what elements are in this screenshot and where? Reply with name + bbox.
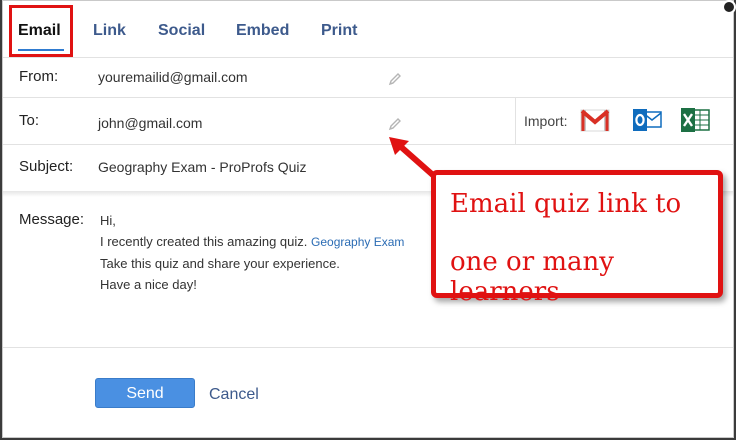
import-divider [515,98,516,144]
message-line: Hi, [100,213,116,228]
from-label: From: [19,68,59,85]
to-row: To: john@gmail.com Import: [3,97,733,145]
active-tab-underline [18,49,64,51]
from-row: From: youremailid@gmail.com [3,57,733,97]
message-label: Message: [19,211,85,228]
send-button[interactable]: Send [95,378,195,408]
message-line: Have a nice day! [100,277,197,292]
subject-field[interactable]: Geography Exam - ProProfs Quiz [98,159,307,175]
to-field[interactable]: john@gmail.com [98,115,202,131]
quiz-link[interactable]: Geography Exam [311,235,404,249]
callout-text: one or many learners [450,247,614,307]
message-line-text: I recently created this amazing quiz. [100,234,308,249]
import-label: Import: [524,113,568,129]
share-tabs: Email Link Social Embed Print [3,1,733,59]
to-label: To: [19,112,40,129]
callout-text: Email quiz link to [450,189,682,219]
tab-email[interactable]: Email [18,22,61,40]
annotation-callout: Email quiz link to one or many learners [431,170,723,307]
tab-link[interactable]: Link [93,22,126,40]
cancel-link[interactable]: Cancel [209,386,259,404]
subject-label: Subject: [19,158,74,175]
close-icon[interactable] [722,0,736,14]
tab-print[interactable]: Print [321,22,357,40]
from-field[interactable]: youremailid@gmail.com [98,69,248,85]
excel-icon[interactable] [679,106,711,134]
message-line: I recently created this amazing quiz. Ge… [100,231,404,253]
tab-social[interactable]: Social [158,22,205,40]
message-textarea[interactable]: Hi, I recently created this amazing quiz… [100,210,404,295]
footer-divider [3,347,733,348]
message-line: Take this quiz and share your experience… [100,256,340,271]
gmail-icon[interactable] [579,106,611,134]
tab-embed[interactable]: Embed [236,22,289,40]
edit-pencil-icon[interactable] [387,71,403,87]
outlook-icon[interactable] [631,106,663,134]
edit-pencil-icon[interactable] [387,116,403,132]
